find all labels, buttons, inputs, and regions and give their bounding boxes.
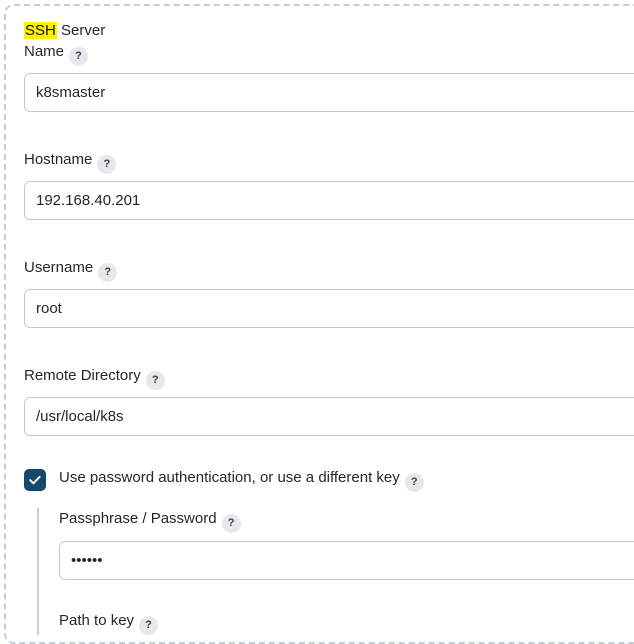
help-icon[interactable]: ? (97, 155, 117, 174)
help-icon[interactable]: ? (404, 473, 424, 492)
hostname-input[interactable] (24, 181, 634, 220)
password-auth-label-text: Use password authentication, or use a di… (59, 469, 400, 486)
path-to-key-label: Path to key? (59, 610, 634, 635)
path-to-key-label-text: Path to key (59, 612, 135, 629)
ssh-server-name-label: SSH Server Name? (24, 20, 110, 66)
ssh-server-form-panel: SSH Server Name? Hostname? Username? Rem… (4, 4, 634, 644)
username-input[interactable] (24, 289, 634, 328)
field-username: Username? (6, 257, 634, 328)
remote-directory-label: Remote Directory? (24, 365, 634, 390)
help-icon[interactable]: ? (139, 616, 159, 635)
field-remote-directory: Remote Directory? (6, 365, 634, 436)
ssh-server-name-input[interactable] (24, 73, 634, 112)
password-auth-checkbox[interactable] (24, 468, 46, 491)
username-label-text: Username (24, 259, 94, 276)
ssh-highlight-text: SSH (24, 22, 57, 39)
passphrase-input[interactable] (59, 541, 634, 580)
help-icon[interactable]: ? (98, 263, 118, 282)
help-icon[interactable]: ? (145, 371, 165, 390)
remote-directory-input[interactable] (24, 397, 634, 436)
password-auth-label: Use password authentication, or use a di… (59, 467, 424, 492)
passphrase-label-text: Passphrase / Password (59, 510, 217, 527)
username-label: Username? (24, 257, 634, 282)
password-auth-nested-section: Passphrase / Password? Path to key? (37, 508, 634, 635)
remote-directory-label-text: Remote Directory (24, 367, 141, 384)
hostname-label-text: Hostname (24, 151, 93, 168)
check-icon (29, 475, 41, 484)
password-auth-checkbox-row[interactable]: Use password authentication, or use a di… (6, 467, 634, 492)
help-icon[interactable]: ? (69, 47, 89, 66)
field-hostname: Hostname? (6, 149, 634, 220)
hostname-label: Hostname? (24, 149, 634, 174)
help-icon[interactable]: ? (221, 514, 241, 533)
field-ssh-server-name: SSH Server Name? (6, 20, 634, 112)
passphrase-label: Passphrase / Password? (59, 508, 634, 533)
